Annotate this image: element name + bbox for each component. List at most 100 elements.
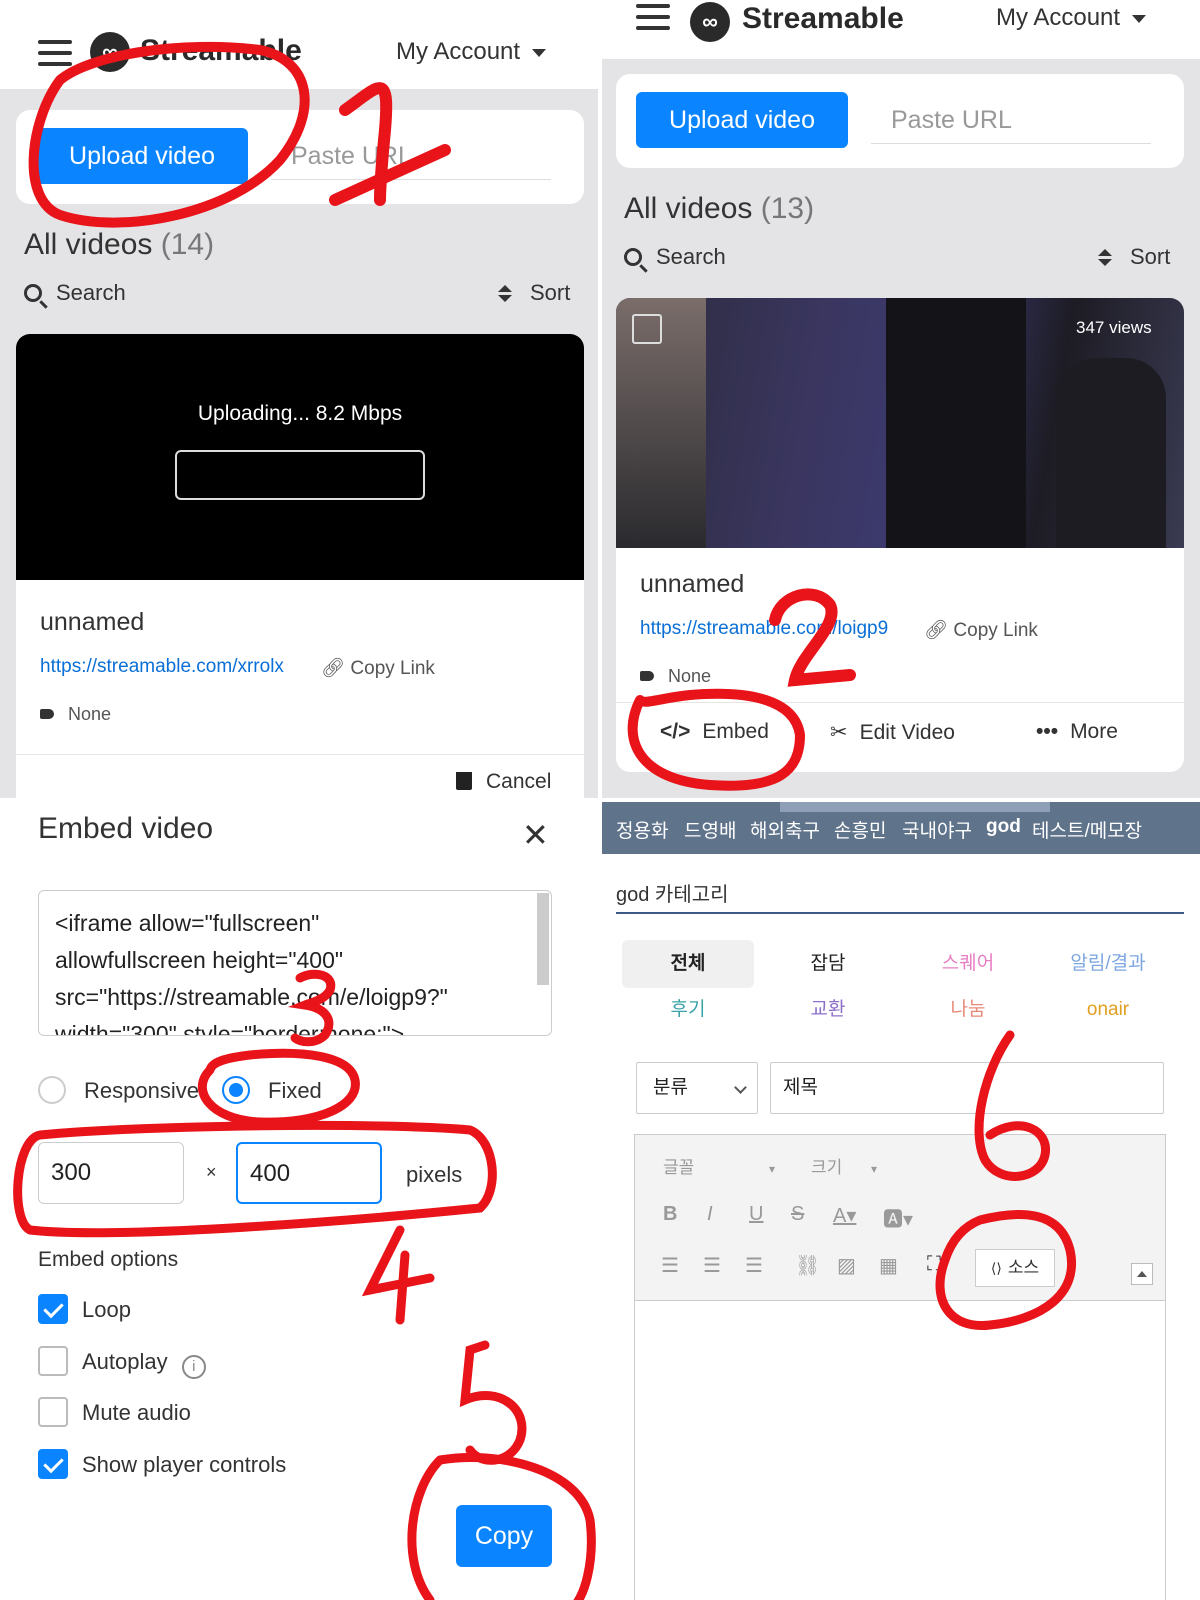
mute-audio-checkbox[interactable] bbox=[38, 1397, 68, 1427]
link-icon: 🔗︎ bbox=[321, 658, 346, 679]
tab-square[interactable]: 스퀘어 bbox=[902, 940, 1034, 988]
close-icon[interactable]: ✕ bbox=[522, 819, 549, 851]
tab-share[interactable]: 나눔 bbox=[902, 986, 1034, 1034]
cancel-button[interactable]: Cancel bbox=[456, 770, 551, 794]
code-line: allowfullscreen height="400" bbox=[55, 947, 344, 973]
bg-color-icon[interactable]: 🅰︎▾ bbox=[883, 1203, 913, 1232]
upload-video-button[interactable]: Upload video bbox=[636, 92, 848, 148]
embed-code-textarea[interactable]: <iframe allow="fullscreen" allowfullscre… bbox=[38, 890, 552, 1036]
upload-progress-area: Uploading... 8.2 Mbps bbox=[16, 334, 584, 580]
rich-text-editor: 글꼴 ▾ 크기 ▾ B I U S A▾ 🅰︎▾ ☰ ☰ ☰ ⛓︎ ▨ ▦ ⛶ … bbox=[634, 1134, 1166, 1600]
scrollbar[interactable] bbox=[537, 893, 549, 985]
nav-item[interactable]: 테스트/메모장 bbox=[1032, 816, 1142, 843]
code-line: <iframe allow="fullscreen" bbox=[55, 910, 320, 936]
search-button[interactable]: Search bbox=[24, 280, 126, 306]
divider bbox=[616, 702, 1184, 703]
tab-onair[interactable]: onair bbox=[1042, 986, 1174, 1034]
tab-chat[interactable]: 잡담 bbox=[762, 940, 894, 988]
all-videos-label: All videos bbox=[24, 228, 153, 261]
category-select-value: 분류 bbox=[653, 1077, 688, 1098]
search-button[interactable]: Search bbox=[624, 244, 726, 270]
sort-icon bbox=[498, 285, 512, 303]
loop-checkbox[interactable] bbox=[38, 1294, 68, 1324]
my-account-menu[interactable]: My Account bbox=[996, 4, 1147, 32]
paste-url-input[interactable]: Paste URL bbox=[271, 134, 551, 180]
fullscreen-icon[interactable]: ⛶ bbox=[927, 1253, 941, 1276]
streamable-logo-icon: ∞ bbox=[690, 2, 730, 42]
player-controls-checkbox[interactable] bbox=[38, 1449, 68, 1479]
paste-url-input[interactable]: Paste URL bbox=[871, 98, 1151, 144]
source-icon: ⟨⟩ bbox=[990, 1260, 1002, 1276]
upload-box: Upload video Paste URL bbox=[616, 74, 1184, 168]
align-left-icon[interactable]: ☰ bbox=[661, 1253, 679, 1278]
responsive-label: Responsive bbox=[84, 1078, 199, 1103]
category-select[interactable]: 분류 bbox=[636, 1062, 758, 1114]
scissors-icon: ✂︎ bbox=[830, 721, 848, 744]
search-label: Search bbox=[656, 244, 726, 269]
size-select[interactable]: 크기 ▾ bbox=[811, 1153, 877, 1178]
title-input[interactable]: 제목 bbox=[770, 1062, 1164, 1114]
nav-item[interactable]: 국내야구 bbox=[902, 816, 972, 843]
width-input[interactable]: 300 bbox=[38, 1142, 184, 1204]
responsive-radio[interactable] bbox=[38, 1076, 66, 1104]
collapse-toolbar-icon[interactable] bbox=[1131, 1263, 1153, 1285]
font-select[interactable]: 글꼴 ▾ bbox=[663, 1153, 775, 1178]
tab-exchange[interactable]: 교환 bbox=[762, 986, 894, 1034]
tab-all[interactable]: 전체 bbox=[622, 940, 754, 988]
link-icon[interactable]: ⛓︎ bbox=[795, 1253, 820, 1278]
bold-icon[interactable]: B bbox=[663, 1203, 677, 1226]
chevron-down-icon bbox=[734, 1081, 747, 1094]
menu-icon[interactable] bbox=[636, 4, 670, 30]
nav-item[interactable]: 드영배 bbox=[684, 816, 736, 843]
height-input[interactable]: 400 bbox=[236, 1142, 382, 1204]
italic-icon[interactable]: I bbox=[707, 1203, 713, 1226]
code-line: src="https://streamable.com/e/loigp9?" bbox=[55, 984, 448, 1010]
times-sign: × bbox=[206, 1162, 217, 1182]
view-count: 347 views bbox=[1076, 318, 1152, 337]
tag-label[interactable]: None bbox=[40, 704, 111, 725]
sort-button[interactable]: Sort bbox=[498, 280, 570, 306]
nav-item[interactable]: 해외축구 bbox=[750, 816, 820, 843]
menu-icon[interactable] bbox=[38, 40, 72, 66]
edit-video-button[interactable]: ✂︎ Edit Video bbox=[830, 720, 955, 745]
copy-link-button[interactable]: 🔗︎ Copy Link bbox=[924, 618, 1038, 642]
table-icon[interactable]: ▦ bbox=[879, 1253, 898, 1278]
more-button[interactable]: ••• More bbox=[1036, 720, 1118, 744]
tag-label[interactable]: None bbox=[640, 666, 711, 687]
copy-button[interactable]: Copy bbox=[456, 1505, 552, 1567]
text-color-icon[interactable]: A▾ bbox=[833, 1203, 856, 1228]
info-icon[interactable]: i bbox=[181, 1355, 206, 1379]
video-link[interactable]: https://streamable.com/xrrolx bbox=[40, 656, 284, 678]
nav-item[interactable]: 손흥민 bbox=[834, 816, 886, 843]
embed-button[interactable]: </> Embed bbox=[660, 720, 769, 744]
nav-item-active[interactable]: god bbox=[986, 816, 1021, 838]
video-title[interactable]: unnamed bbox=[640, 570, 744, 599]
video-link[interactable]: https://streamable.com/loigp9 bbox=[640, 618, 888, 640]
sort-button[interactable]: Sort bbox=[1098, 244, 1170, 270]
source-button[interactable]: ⟨⟩ 소스 bbox=[975, 1249, 1055, 1287]
search-icon bbox=[24, 284, 42, 302]
fixed-radio[interactable] bbox=[222, 1076, 250, 1104]
align-right-icon[interactable]: ☰ bbox=[745, 1253, 763, 1278]
divider bbox=[16, 754, 584, 755]
strikethrough-icon[interactable]: S bbox=[791, 1203, 804, 1226]
autoplay-text: Autoplay bbox=[82, 1349, 168, 1374]
video-title[interactable]: unnamed bbox=[40, 608, 144, 637]
autoplay-checkbox[interactable] bbox=[38, 1346, 68, 1376]
tag-icon bbox=[40, 709, 54, 719]
nav-item[interactable]: 정용화 bbox=[616, 816, 668, 843]
tab-notice[interactable]: 알림/결과 bbox=[1042, 940, 1174, 988]
copy-link-button[interactable]: 🔗︎ Copy Link bbox=[321, 656, 435, 680]
chevron-down-icon bbox=[1132, 14, 1147, 23]
pixels-label: pixels bbox=[406, 1162, 463, 1187]
size-label: 크기 bbox=[811, 1158, 843, 1177]
image-icon[interactable]: ▨ bbox=[837, 1253, 856, 1278]
video-thumbnail[interactable]: 347 views bbox=[616, 298, 1184, 548]
align-center-icon[interactable]: ☰ bbox=[703, 1253, 721, 1278]
tab-label: 알림/결과 bbox=[1070, 953, 1146, 974]
select-checkbox[interactable] bbox=[632, 314, 662, 344]
underline-icon[interactable]: U bbox=[749, 1203, 763, 1226]
upload-video-button[interactable]: Upload video bbox=[36, 128, 248, 184]
my-account-menu[interactable]: My Account bbox=[396, 38, 547, 66]
tab-review[interactable]: 후기 bbox=[622, 986, 754, 1034]
